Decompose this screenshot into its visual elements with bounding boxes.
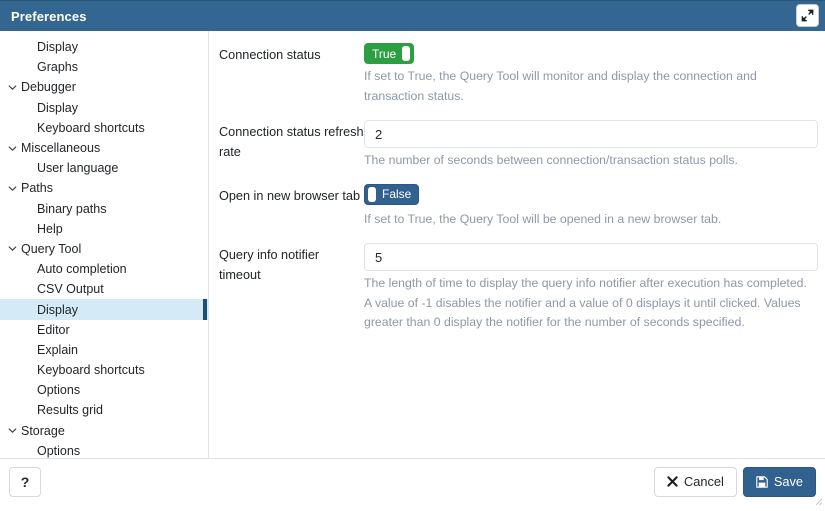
tree-item-label: Help [37,221,63,236]
tree-item-display[interactable]: Display [0,98,208,118]
chevron-down-icon[interactable] [5,83,19,92]
tree-item-miscellaneous[interactable]: Miscellaneous [0,138,208,158]
tree-item-label: Graphs [37,60,78,75]
tree-item-debugger[interactable]: Debugger [0,77,208,97]
preferences-window: Preferences Display Graphs Debugger Displ [0,0,825,506]
field-refresh-rate: Connection status refresh rate The numbe… [219,120,818,171]
tree-item-label: Miscellaneous [21,141,101,156]
tree-item-label: Debugger [21,80,76,95]
tree-item-label: Keyboard shortcuts [37,363,145,378]
connection-status-toggle-label: True [372,46,397,61]
save-button-label: Save [773,474,803,489]
tree-item-label: Display [37,100,78,115]
help-refresh-rate: The number of seconds between connection… [364,153,738,167]
field-connection-status: Connection status True If set to True, t… [219,43,817,106]
save-icon [756,475,768,488]
new-browser-tab-toggle[interactable]: False [364,183,420,205]
tree-item-binary-paths[interactable]: Binary paths [0,199,208,219]
tree-item-label: Results grid [37,403,103,418]
tree-item-keyboard-shortcuts[interactable]: Keyboard shortcuts [0,118,208,138]
toggle-knob [402,46,411,61]
cancel-button-label: Cancel [683,474,724,489]
tree-item-label: CSV Output [37,282,104,297]
help-notifier-timeout: The length of time to display the query … [364,276,807,329]
tree-item-query-tool[interactable]: Query Tool [0,239,208,259]
field-control-refresh-rate: The number of seconds between connection… [364,120,818,171]
field-new-browser-tab: Open in new browser tab False If set to … [219,183,817,230]
tree-item-options[interactable]: Options [0,380,208,400]
tree-item-label: Keyboard shortcuts [37,120,145,135]
tree-item-label: User language [37,161,119,176]
connection-status-toggle[interactable]: True [364,43,415,64]
refresh-rate-input[interactable] [364,120,818,148]
tree-item-label: Display [37,302,78,317]
dialog-footer: ? Cancel Save [0,459,825,506]
cancel-button[interactable]: Cancel [653,466,737,497]
title-bar-actions [796,4,819,27]
tree-item-editor[interactable]: Editor [0,320,208,340]
toggle-knob [368,186,376,202]
chevron-down-icon[interactable] [5,426,19,435]
window-title: Preferences [11,8,87,24]
field-label-notifier-timeout: Query info notifier timeout [219,248,320,282]
field-control-connection-status: True If set to True, the Query Tool will… [364,43,817,106]
save-button[interactable]: Save [742,466,816,497]
close-icon [667,476,678,487]
tree-item-label: Options [37,383,81,398]
tree-item-label: Editor [37,322,70,337]
tree-item-keyboard-shortcuts[interactable]: Keyboard shortcuts [0,360,208,380]
chevron-down-icon[interactable] [5,144,19,153]
help-connection-status: If set to True, the Query Tool will moni… [364,69,757,103]
resize-grip[interactable] [813,493,823,506]
field-label-connection-status: Connection status [219,48,321,62]
footer-actions: Cancel Save [653,466,816,497]
tree-item-storage[interactable]: Storage [0,421,208,441]
title-bar: Preferences [0,0,825,31]
tree-item-display[interactable]: Display [0,299,208,320]
field-label-new-browser-tab: Open in new browser tab [219,188,361,203]
chevron-down-icon[interactable] [5,244,19,253]
tree-item-help[interactable]: Help [0,219,208,239]
tree-item-graphs[interactable]: Graphs [0,57,208,77]
notifier-timeout-input[interactable] [364,243,818,271]
tree-item-results-grid[interactable]: Results grid [0,400,208,420]
tree-item-label: Paths [21,181,53,196]
tree-item-user-language[interactable]: User language [0,158,208,178]
preferences-content: Connection status True If set to True, t… [209,31,825,458]
field-control-notifier-timeout: The length of time to display the query … [364,243,818,333]
field-control-new-browser-tab: False If set to True, the Query Tool wil… [364,183,817,230]
help-button[interactable]: ? [9,466,41,497]
help-new-browser-tab: If set to True, the Query Tool will be o… [364,211,722,226]
selection-indicator [203,299,207,320]
field-label-refresh-rate: Connection status refresh rate [219,125,364,159]
tree-item-explain[interactable]: Explain [0,340,208,360]
dialog-body: Display Graphs Debugger Display Keyboard sho… [0,31,825,459]
tree-item-label: Query Tool [21,241,82,256]
preferences-tree[interactable]: Display Graphs Debugger Display Keyboard sho… [0,31,209,458]
maximize-button[interactable] [796,4,819,27]
tree-item-auto-completion[interactable]: Auto completion [0,259,208,279]
tree-item-label: Display [37,40,78,55]
new-browser-tab-toggle-label: False [382,187,412,201]
tree-item-label: Storage [21,423,65,438]
tree-item-label: Explain [37,342,78,357]
maximize-icon [801,9,814,22]
tree-item-csv-output[interactable]: CSV Output [0,279,208,299]
tree-item-label: Binary paths [37,201,107,216]
tree-item-options[interactable]: Options [0,441,208,458]
tree-item-label: Options [37,443,81,458]
tree-item-display[interactable]: Display [0,37,208,57]
tree-item-paths[interactable]: Paths [0,178,208,198]
field-notifier-timeout: Query info notifier timeout The length o… [219,243,818,333]
tree-item-label: Auto completion [37,262,127,277]
chevron-down-icon[interactable] [5,184,19,193]
